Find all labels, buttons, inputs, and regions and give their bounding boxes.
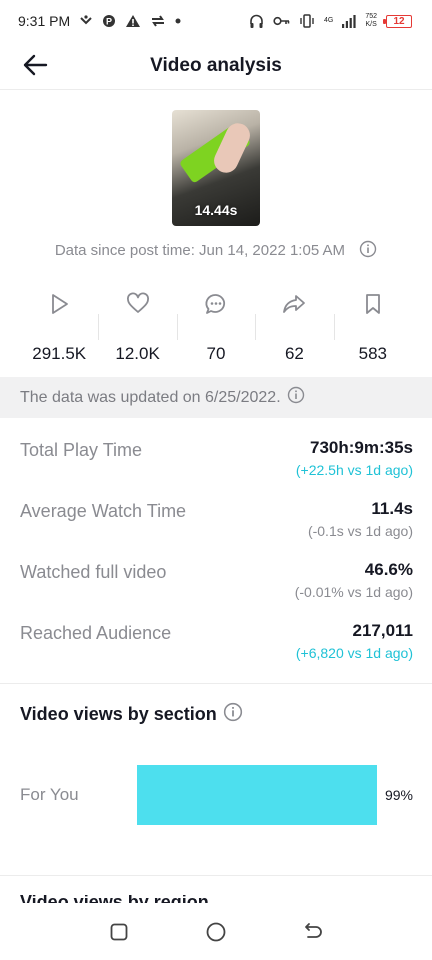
section-title-views-by-region: Video views by region [20, 895, 209, 903]
metric-total-play-time: Total Play Time 730h:9m:35s (+22.5h vs 1… [20, 438, 413, 478]
bar-label: For You [20, 785, 79, 804]
section-title-views-by-section: Video views by section [20, 702, 243, 727]
signal-icon [342, 14, 356, 28]
metric-average-watch-time: Average Watch Time 11.4s (-0.1s vs 1d ag… [20, 499, 413, 539]
info-icon[interactable] [223, 702, 243, 727]
section-title-text: Video views by region [20, 895, 209, 903]
heart-icon [126, 292, 149, 313]
stat-comments: 70 [176, 292, 255, 364]
arrow-left-icon [23, 54, 48, 76]
metric-label: Average Watch Time [20, 501, 187, 521]
system-nav-bar [0, 903, 432, 960]
views-bar-for-you: For You 99% [20, 765, 413, 825]
engagement-stats: 291.5K 12.0K 70 62 583 [20, 292, 412, 364]
stat-value: 62 [284, 344, 304, 363]
stat-value: 70 [206, 344, 226, 363]
back-button[interactable] [18, 48, 52, 82]
metric-value: 11.4s [371, 499, 413, 518]
metric-label: Reached Audience [20, 623, 172, 643]
section-title-text: Video views by section [20, 704, 217, 724]
comment-icon [205, 294, 226, 314]
stat-shares: 62 [255, 292, 333, 364]
system-back-button[interactable] [298, 917, 328, 947]
square-icon [110, 923, 128, 940]
notification-app-icon [79, 14, 93, 28]
app-header: Video analysis [0, 42, 432, 90]
recent-apps-button[interactable] [104, 917, 134, 947]
data-since-text: Data since post time: Jun 14, 2022 1:05 … [0, 240, 432, 262]
metric-value: 730h:9m:35s [309, 438, 413, 457]
headset-icon [249, 14, 264, 29]
play-icon [52, 294, 69, 314]
section-divider [0, 683, 432, 684]
share-icon [283, 295, 306, 313]
vpn-key-icon [273, 15, 290, 27]
network-speed: 752 K/S [365, 13, 377, 28]
metric-delta: (-0.01% vs 1d ago) [294, 584, 413, 600]
stat-value: 291.5K [32, 344, 87, 363]
bar-track [137, 765, 379, 825]
metric-delta: (-0.1s vs 1d ago) [307, 523, 413, 539]
back-curve-icon [305, 922, 323, 938]
metric-label: Total Play Time [20, 440, 143, 460]
video-duration: 14.44s [194, 202, 238, 218]
stat-value: 583 [358, 344, 388, 363]
stat-views: 291.5K [20, 292, 98, 364]
data-updated-text: The data was updated on 6/25/2022. [20, 388, 281, 406]
info-icon[interactable] [359, 240, 377, 262]
bar-fill [137, 765, 377, 825]
circle-icon [206, 922, 226, 941]
network-type: 4G [323, 17, 334, 24]
battery-icon: 12 [383, 14, 412, 28]
page-title: Video analysis [150, 54, 282, 76]
bar-percent: 99% [384, 787, 413, 803]
status-bar: 9:31 PM P 4G 752 K/S 12 [0, 0, 432, 42]
sync-app-icon [150, 14, 166, 28]
data-updated-banner: The data was updated on 6/25/2022. [0, 377, 432, 418]
home-button[interactable] [201, 917, 231, 947]
vibrate-icon [299, 14, 315, 28]
metric-value: 217,011 [352, 621, 413, 640]
data-since-label: Data since post time: Jun 14, 2022 1:05 … [54, 242, 345, 259]
more-notifications-dot [175, 18, 181, 24]
stat-value: 12.0K [115, 344, 160, 363]
pinterest-icon: P [102, 14, 116, 28]
warning-icon [125, 14, 141, 28]
metric-label: Watched full video [20, 562, 167, 582]
video-thumbnail[interactable]: 14.44s [172, 110, 260, 226]
stat-saves: 583 [333, 292, 412, 364]
metric-value: 46.6% [364, 560, 413, 579]
status-time: 9:31 PM [18, 13, 71, 29]
section-divider [0, 875, 432, 876]
info-icon[interactable] [287, 386, 305, 409]
metric-delta: (+22.5h vs 1d ago) [295, 462, 413, 478]
svg-text:P: P [106, 17, 112, 27]
metric-reached-audience: Reached Audience 217,011 (+6,820 vs 1d a… [20, 621, 413, 661]
metric-delta: (+6,820 vs 1d ago) [295, 645, 413, 661]
stat-likes: 12.0K [98, 292, 176, 364]
bookmark-icon [365, 294, 380, 314]
metric-watched-full-video: Watched full video 46.6% (-0.01% vs 1d a… [20, 560, 413, 600]
